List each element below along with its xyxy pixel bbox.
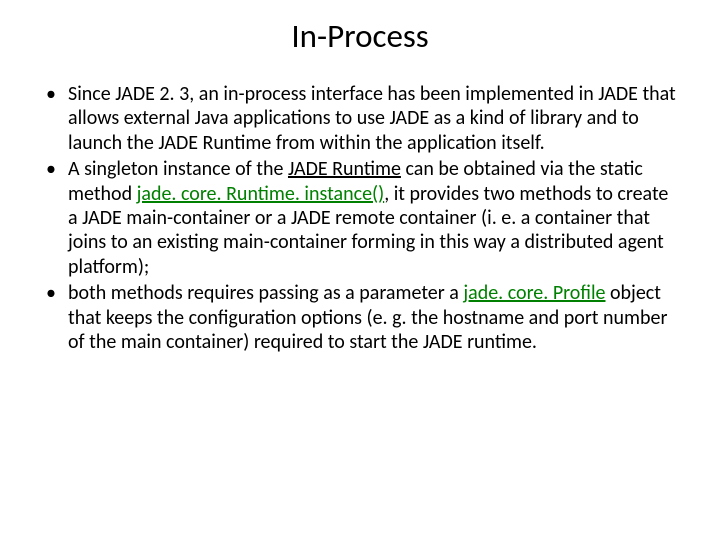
list-item: A singleton instance of the JADE Runtime… bbox=[40, 157, 680, 279]
bullet-list: Since JADE 2. 3, an in-process interface… bbox=[40, 82, 680, 354]
bullet-text: Since JADE 2. 3, an in-process interface… bbox=[68, 82, 676, 155]
code-reference: jade. core. Runtime. instance() bbox=[137, 182, 385, 206]
bullet-text: A singleton instance of the bbox=[68, 157, 288, 181]
slide: In-Process Since JADE 2. 3, an in-proces… bbox=[0, 0, 720, 540]
bullet-text: both methods requires passing as a param… bbox=[68, 281, 463, 305]
code-reference: jade. core. Profile bbox=[463, 281, 605, 305]
underlined-term: JADE Runtime bbox=[288, 157, 401, 181]
slide-title: In-Process bbox=[40, 16, 680, 56]
list-item: both methods requires passing as a param… bbox=[40, 281, 680, 354]
list-item: Since JADE 2. 3, an in-process interface… bbox=[40, 82, 680, 155]
